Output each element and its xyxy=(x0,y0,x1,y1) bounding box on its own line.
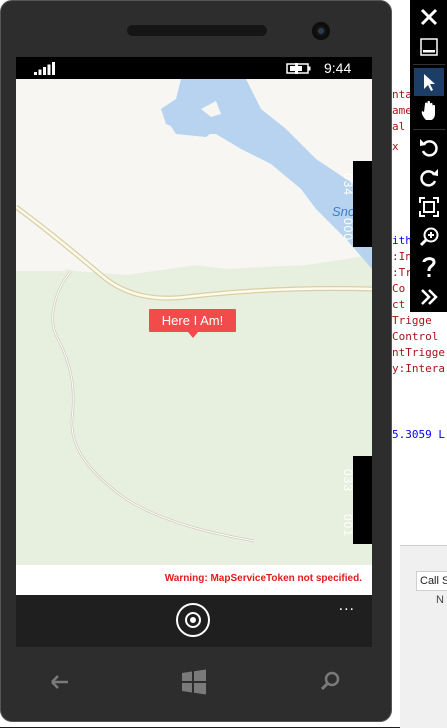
app-bar-more-button[interactable]: ... xyxy=(339,597,355,615)
call-stack-tab[interactable]: Call S xyxy=(416,571,447,591)
scale-bottom-value-a: 033 xyxy=(341,469,355,493)
warning-bar: Warning: MapServiceToken not specified. xyxy=(16,565,372,595)
app-bar: ... xyxy=(16,595,372,647)
chevron-double-right-icon[interactable] xyxy=(414,283,444,311)
fit-to-screen-icon[interactable] xyxy=(414,193,444,221)
scale-top-value-b: 000 xyxy=(341,218,355,242)
phone-emulator: 9:44 Sno Here I Am! 034 000 033 001 Warn… xyxy=(0,0,392,722)
code-line: 5.3059 L xyxy=(392,428,445,441)
hand-icon[interactable] xyxy=(414,97,444,125)
signal-strength-icon xyxy=(34,62,55,75)
map-view[interactable]: Sno Here I Am! 034 000 033 001 xyxy=(16,79,372,565)
phone-screen: 9:44 Sno Here I Am! 034 000 033 001 Warn… xyxy=(16,57,372,595)
map-pushpin[interactable]: Here I Am! xyxy=(149,309,236,338)
code-line: ntTrigge xyxy=(392,346,445,359)
back-arrow-icon[interactable] xyxy=(45,667,75,697)
minimize-icon[interactable] xyxy=(414,33,444,61)
code-line: y:Intera xyxy=(392,362,445,375)
code-line: Trigge xyxy=(392,314,432,327)
close-icon[interactable] xyxy=(414,3,444,31)
emulator-toolbar xyxy=(410,0,447,312)
pointer-icon[interactable] xyxy=(414,68,444,96)
rotate-left-icon[interactable] xyxy=(414,133,444,161)
app-bar-record-button[interactable] xyxy=(176,603,210,637)
search-icon[interactable] xyxy=(316,667,346,697)
scale-marker-bottom: 033 001 xyxy=(341,456,372,544)
call-stack-column-header: N xyxy=(436,594,444,606)
battery-charging-icon xyxy=(286,63,311,74)
code-line: Control xyxy=(392,330,439,343)
map-service-token-warning: Warning: MapServiceToken not specified. xyxy=(164,573,362,584)
status-time: 9:44 xyxy=(324,60,352,76)
scale-top-value-a: 034 xyxy=(341,173,355,197)
camera-icon xyxy=(312,22,330,40)
map-place-label: Sno xyxy=(332,204,356,219)
ide-bottom-panel: Call S N xyxy=(400,545,447,728)
scale-bottom-value-b: 001 xyxy=(341,514,355,538)
help-icon[interactable] xyxy=(414,253,444,281)
phone-speaker xyxy=(127,25,267,36)
zoom-icon[interactable] xyxy=(414,223,444,251)
scale-marker-top: 034 000 xyxy=(341,161,372,247)
status-bar: 9:44 xyxy=(16,57,372,79)
rotate-right-icon[interactable] xyxy=(414,163,444,191)
windows-logo-icon[interactable] xyxy=(181,669,207,695)
